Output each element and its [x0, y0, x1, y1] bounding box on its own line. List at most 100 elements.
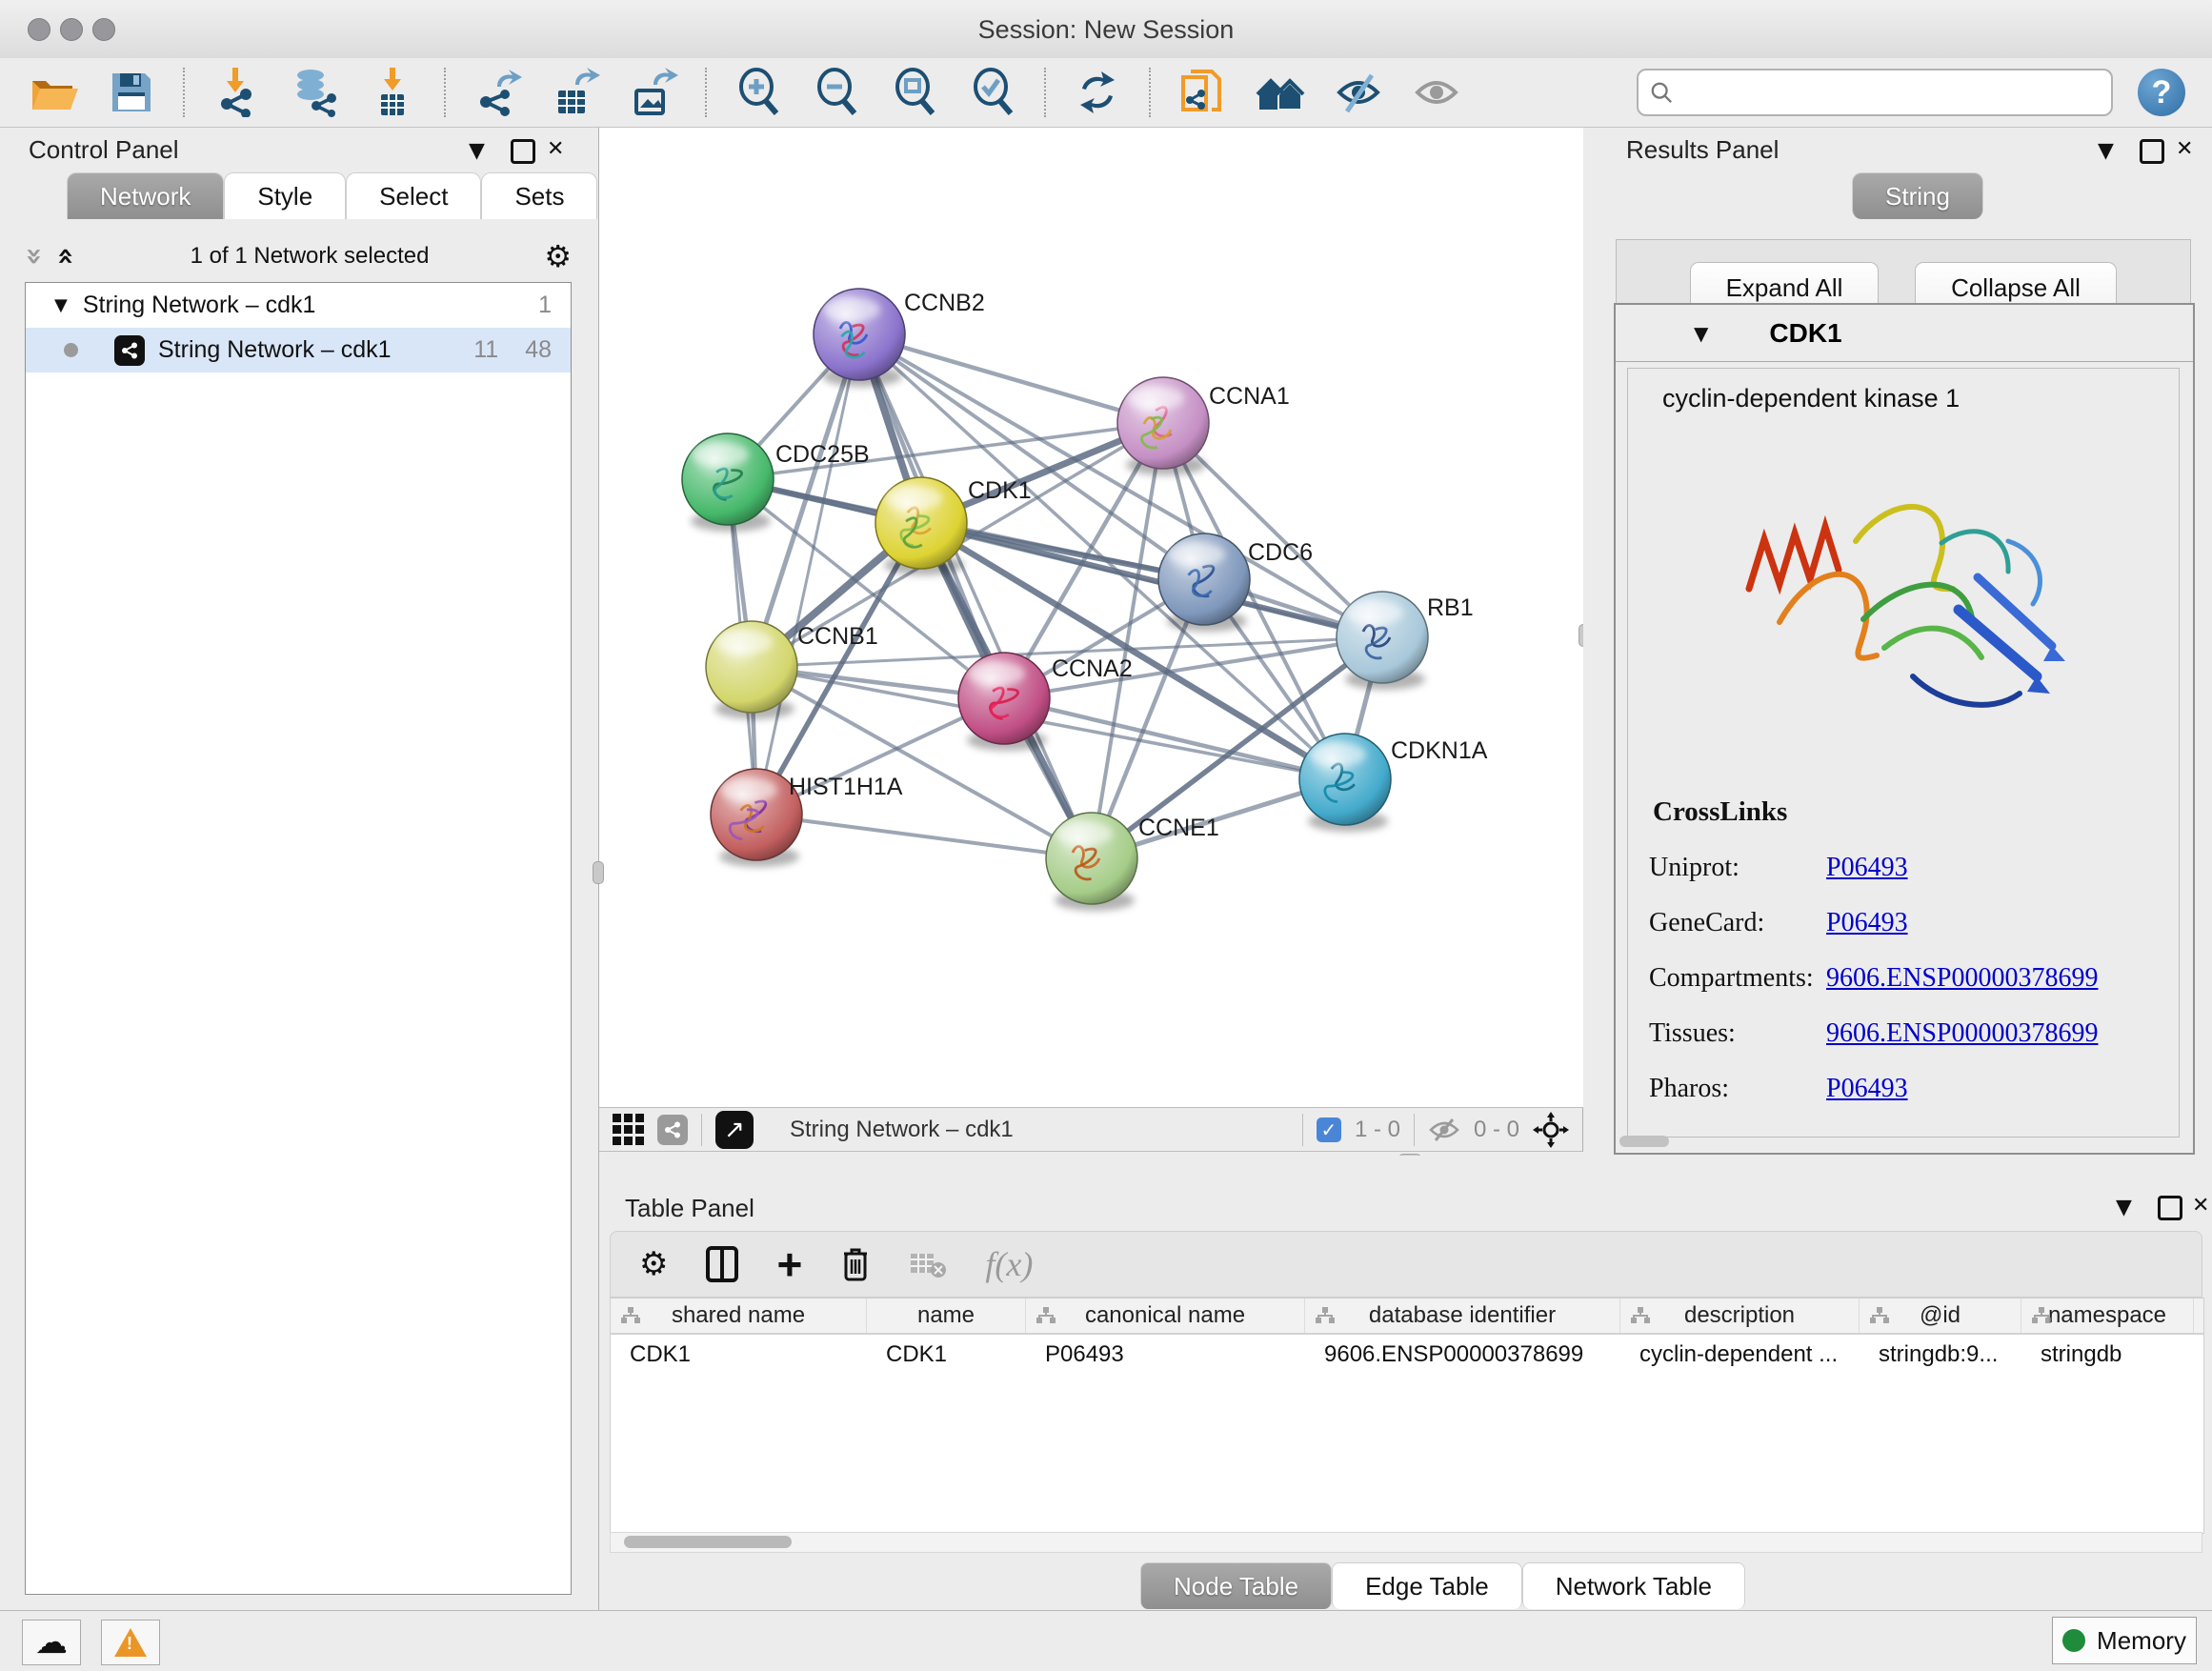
- gear-icon[interactable]: ⚙: [544, 238, 572, 274]
- tab-network-table[interactable]: Network Table: [1522, 1562, 1745, 1609]
- tab-select[interactable]: Select: [346, 172, 481, 219]
- network-edge-CCNB2-HIST1H1A[interactable]: [756, 334, 859, 815]
- export-image-button[interactable]: [627, 66, 680, 119]
- collection-label: String Network – cdk1: [83, 292, 316, 319]
- tab-sets[interactable]: Sets: [481, 172, 597, 219]
- table-hscrollbar-thumb[interactable]: [624, 1536, 792, 1548]
- memory-button[interactable]: Memory: [2052, 1617, 2197, 1664]
- network-edge-CCNA2-CDKN1A[interactable]: [1004, 698, 1345, 779]
- zoom-out-button[interactable]: [810, 66, 863, 119]
- table-cell[interactable]: CDK1: [867, 1335, 1026, 1375]
- panel-float-icon[interactable]: [2140, 139, 2164, 164]
- network-node-CCNB2[interactable]: [814, 289, 905, 387]
- import-network-from-database-button[interactable]: [288, 66, 341, 119]
- network-node-CCNA2[interactable]: [958, 653, 1050, 751]
- help-button[interactable]: ?: [2138, 69, 2185, 116]
- table-cell[interactable]: cyclin-dependent ...: [1620, 1335, 1860, 1375]
- column-header-database-identifier[interactable]: database identifier: [1305, 1299, 1620, 1333]
- network-node-CDC25B[interactable]: [682, 433, 774, 532]
- refresh-button[interactable]: [1071, 66, 1124, 119]
- network-edge-CCNB2-CCNA1[interactable]: [859, 334, 1163, 423]
- network-node-CCNB1[interactable]: [706, 621, 797, 719]
- tab-style[interactable]: Style: [224, 172, 346, 219]
- entry-header[interactable]: ▼ CDK1: [1616, 305, 2193, 362]
- column-header-@id[interactable]: @id: [1860, 1299, 2021, 1333]
- show-all-nodes-button[interactable]: [1254, 66, 1307, 119]
- tab-string[interactable]: String: [1852, 172, 1983, 219]
- results-hscrollbar[interactable]: [1619, 1136, 1669, 1147]
- network-node-CCNA1[interactable]: [1117, 377, 1209, 475]
- crosslink-link[interactable]: P06493: [1826, 1074, 1908, 1104]
- hide-selected-button[interactable]: [1332, 66, 1385, 119]
- table-cell[interactable]: stringdb:9...: [1860, 1335, 2021, 1375]
- crosslink-link[interactable]: P06493: [1826, 853, 1908, 883]
- pan-crosshair-icon[interactable]: [1533, 1112, 1569, 1148]
- column-header-namespace[interactable]: namespace: [2021, 1299, 2194, 1333]
- import-network-button[interactable]: [210, 66, 263, 119]
- network-collection-row[interactable]: ▼ String Network – cdk1 1: [26, 283, 571, 328]
- table-cell[interactable]: CDK1: [611, 1335, 867, 1375]
- column-header-name[interactable]: name: [867, 1299, 1026, 1333]
- panel-menu-icon[interactable]: ▼: [2116, 1196, 2132, 1219]
- export-network-button[interactable]: [471, 66, 524, 119]
- entry-caret-icon[interactable]: ▼: [1694, 322, 1708, 345]
- table-cell[interactable]: stringdb: [2021, 1335, 2194, 1375]
- panel-close-icon[interactable]: ✕: [547, 137, 564, 161]
- grid-view-icon[interactable]: [613, 1114, 644, 1145]
- export-table-button[interactable]: [549, 66, 602, 119]
- table-cell[interactable]: 9606.ENSP00000378699: [1305, 1335, 1620, 1375]
- column-header-description[interactable]: description: [1620, 1299, 1860, 1333]
- table-row[interactable]: CDK1CDK1P064939606.ENSP00000378699cyclin…: [611, 1335, 2203, 1375]
- panel-menu-icon[interactable]: ▼: [2098, 139, 2114, 163]
- birdseye-view-button[interactable]: ↗: [715, 1111, 754, 1149]
- tab-network[interactable]: Network: [67, 172, 224, 219]
- trash-icon[interactable]: [840, 1246, 871, 1282]
- current-network-title: String Network – cdk1: [790, 1117, 1014, 1143]
- zoom-fit-button[interactable]: [888, 66, 941, 119]
- zoom-in-button[interactable]: [732, 66, 785, 119]
- network-overview-icon[interactable]: [657, 1115, 688, 1145]
- cloud-status-button[interactable]: ☁: [22, 1620, 81, 1665]
- network-node-label-CCNA1: CCNA1: [1209, 383, 1290, 410]
- network-edge-HIST1H1A-CCNE1[interactable]: [756, 815, 1092, 858]
- crosslink-link[interactable]: 9606.ENSP00000378699: [1826, 1018, 2098, 1049]
- splitter-handle[interactable]: [593, 861, 604, 884]
- table-hscrollbar[interactable]: [610, 1532, 2202, 1553]
- zoom-selected-button[interactable]: [966, 66, 1019, 119]
- network-canvas[interactable]: CCNB2CCNA1CDC25BCDK1CDC6RB1CCNB1CCNA2CDK…: [599, 128, 1584, 1107]
- search-input[interactable]: [1680, 78, 2100, 107]
- add-icon[interactable]: +: [776, 1242, 802, 1286]
- collection-caret-icon[interactable]: ▼: [54, 295, 68, 315]
- column-header-canonical-name[interactable]: canonical name: [1026, 1299, 1305, 1333]
- warnings-button[interactable]: !: [101, 1620, 160, 1665]
- expand-all-networks-icon[interactable]: »: [20, 247, 49, 265]
- show-hidden-button[interactable]: [1410, 66, 1463, 119]
- panel-close-icon[interactable]: ✕: [2176, 137, 2193, 161]
- show-columns-icon[interactable]: [706, 1246, 738, 1282]
- clone-network-button[interactable]: [1176, 66, 1229, 119]
- network-node-RB1[interactable]: [1337, 592, 1428, 690]
- network-selection-status: 1 of 1 Network selected: [75, 243, 545, 270]
- network-row-selected[interactable]: String Network – cdk1 11 48: [26, 328, 571, 372]
- tab-edge-table[interactable]: Edge Table: [1332, 1562, 1522, 1609]
- save-session-button[interactable]: [105, 66, 158, 119]
- gear-icon[interactable]: ⚙: [639, 1245, 668, 1283]
- hidden-eye-slash-icon[interactable]: [1428, 1117, 1460, 1142]
- crosslink-link[interactable]: P06493: [1826, 908, 1908, 938]
- collapse-all-networks-icon[interactable]: »: [51, 247, 80, 265]
- network-node-CDKN1A[interactable]: [1299, 734, 1391, 832]
- tab-node-table[interactable]: Node Table: [1140, 1562, 1332, 1609]
- panel-float-icon[interactable]: [2158, 1196, 2182, 1220]
- selected-checkbox-icon[interactable]: ✓: [1317, 1117, 1341, 1142]
- network-node-CDK1[interactable]: [875, 477, 967, 575]
- panel-menu-icon[interactable]: ▼: [469, 139, 485, 163]
- column-header-shared-name[interactable]: shared name: [611, 1299, 867, 1333]
- panel-close-icon[interactable]: ✕: [2192, 1194, 2209, 1218]
- open-session-button[interactable]: [27, 66, 80, 119]
- table-cell[interactable]: P06493: [1026, 1335, 1305, 1375]
- import-table-button[interactable]: [366, 66, 419, 119]
- network-node-CDC6[interactable]: [1158, 534, 1250, 632]
- panel-float-icon[interactable]: [511, 139, 535, 164]
- network-node-CCNE1[interactable]: [1046, 813, 1137, 911]
- crosslink-link[interactable]: 9606.ENSP00000378699: [1826, 963, 2098, 994]
